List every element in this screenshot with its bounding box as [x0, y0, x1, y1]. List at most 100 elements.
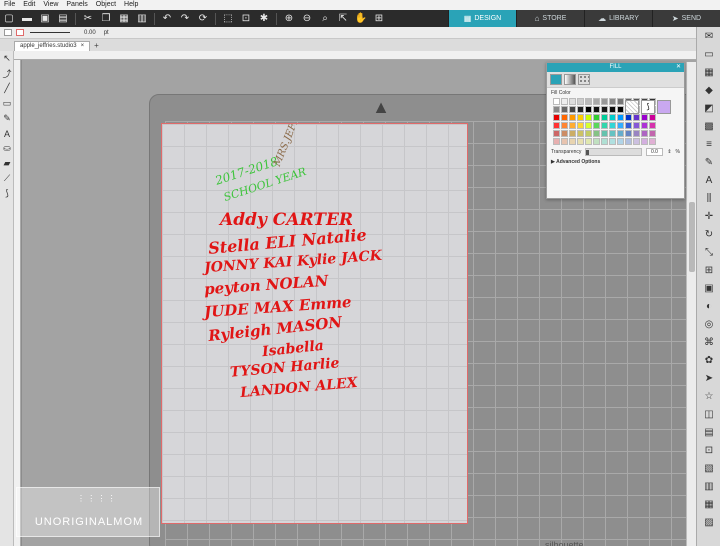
color-swatch[interactable] [553, 114, 560, 121]
color-swatch[interactable] [569, 130, 576, 137]
color-swatch[interactable] [561, 122, 568, 129]
color-swatch[interactable] [649, 122, 656, 129]
color-swatch[interactable] [601, 130, 608, 137]
color-swatch[interactable] [649, 130, 656, 137]
close-tab-icon[interactable]: × [81, 42, 85, 51]
color-swatch[interactable] [649, 138, 656, 145]
line-tool-icon[interactable]: ╱ [0, 81, 14, 96]
rectangle-tool-icon[interactable]: ▭ [0, 96, 14, 111]
tab-store[interactable]: ⌂ STORE [516, 10, 584, 27]
color-swatch[interactable] [625, 138, 632, 145]
nesting-icon[interactable]: ▣ [697, 279, 720, 297]
tab-library[interactable]: ☁ LIBRARY [584, 10, 652, 27]
pattern-icon[interactable]: ▩ [697, 117, 720, 135]
send-panel-icon[interactable]: ➤ [697, 369, 720, 387]
color-swatch[interactable] [617, 114, 624, 121]
color-swatch[interactable] [569, 114, 576, 121]
delete-icon[interactable]: ▥ [135, 12, 149, 26]
scrollbar-thumb[interactable] [689, 202, 695, 272]
color-swatch[interactable] [593, 130, 600, 137]
scale-icon[interactable]: ⤡ [697, 243, 720, 261]
document-tab[interactable]: apple_jeffries.studio3 × [14, 41, 91, 51]
more-panels-icon[interactable]: ▨ [697, 513, 720, 531]
gradient-fill-tab[interactable] [564, 74, 576, 85]
color-swatch[interactable] [585, 114, 592, 121]
color-swatch[interactable] [649, 114, 656, 121]
offset-icon[interactable]: ◎ [697, 315, 720, 333]
menu-file[interactable]: File [0, 0, 19, 10]
history-icon[interactable]: ▦ [697, 495, 720, 513]
gradient-icon[interactable]: ◩ [697, 99, 720, 117]
align-icon[interactable]: ⫼ [697, 189, 720, 207]
color-swatch[interactable] [601, 106, 608, 113]
color-swatch[interactable] [585, 138, 592, 145]
color-swatch[interactable] [553, 138, 560, 145]
color-swatch[interactable] [593, 106, 600, 113]
no-fill-swatch[interactable] [625, 100, 639, 114]
select-all-icon[interactable]: ⬚ [221, 12, 235, 26]
menu-edit[interactable]: Edit [19, 0, 39, 10]
color-swatch[interactable] [617, 98, 624, 105]
zoom-box-icon[interactable]: ⌕ [318, 12, 332, 26]
color-swatch[interactable] [593, 138, 600, 145]
color-swatch[interactable] [609, 106, 616, 113]
color-swatch[interactable] [609, 138, 616, 145]
tab-send[interactable]: ➤ SEND [652, 10, 720, 27]
advanced-options-toggle[interactable]: ▶ Advanced Options [547, 156, 684, 168]
zoom-move-icon[interactable]: ⇱ [336, 12, 350, 26]
color-swatch[interactable] [577, 98, 584, 105]
grid-icon[interactable]: ▦ [697, 63, 720, 81]
copy-icon[interactable]: ❐ [99, 12, 113, 26]
knife-tool-icon[interactable]: ⟋ [0, 171, 14, 186]
redo-icon[interactable]: ↷ [178, 12, 192, 26]
color-swatch[interactable] [641, 138, 648, 145]
color-swatch[interactable] [569, 138, 576, 145]
zoom-out-icon[interactable]: ⊖ [300, 12, 314, 26]
line-style-icon[interactable]: ≡ [697, 135, 720, 153]
solid-fill-tab[interactable] [550, 74, 562, 85]
color-swatch[interactable] [609, 130, 616, 137]
color-swatch[interactable] [585, 130, 592, 137]
replicate-icon[interactable]: ⊞ [697, 261, 720, 279]
color-swatch[interactable] [569, 122, 576, 129]
color-swatch[interactable] [561, 98, 568, 105]
color-swatch[interactable] [641, 130, 648, 137]
deselect-icon[interactable]: ⊡ [239, 12, 253, 26]
eyedropper-tool-icon[interactable]: ⟆ [0, 186, 14, 201]
stepper-icon[interactable]: ⇕ [667, 149, 671, 155]
tab-design[interactable]: ▦ DESIGN [448, 10, 516, 27]
new-file-icon[interactable]: ▢ [2, 12, 16, 26]
library-panel-icon[interactable]: ▤ [697, 423, 720, 441]
undo-icon[interactable]: ↶ [160, 12, 174, 26]
emboss-icon[interactable]: ▧ [697, 459, 720, 477]
color-swatch[interactable] [633, 130, 640, 137]
zoom-in-icon[interactable]: ⊕ [282, 12, 296, 26]
menu-panels[interactable]: Panels [62, 0, 91, 10]
color-swatch[interactable] [625, 130, 632, 137]
rotate-icon[interactable]: ↻ [697, 225, 720, 243]
name-line-4[interactable]: peyton NOLAN [204, 272, 329, 299]
text-style-icon[interactable]: A [697, 171, 720, 189]
open-folder-icon[interactable]: ▬ [20, 12, 34, 26]
flower-icon[interactable]: ✿ [697, 351, 720, 369]
color-swatch[interactable] [601, 114, 608, 121]
slider-knob[interactable] [586, 150, 590, 155]
eraser-tool-icon[interactable]: ▰ [0, 156, 14, 171]
color-swatch[interactable] [593, 98, 600, 105]
color-swatch[interactable] [593, 114, 600, 121]
color-swatch[interactable] [569, 106, 576, 113]
eyedropper-icon[interactable]: ⟆ [641, 100, 655, 114]
color-swatch[interactable] [625, 122, 632, 129]
transform-icon[interactable]: ✛ [697, 207, 720, 225]
paint-bucket-icon[interactable]: ⛀ [0, 141, 14, 156]
color-swatch[interactable] [553, 106, 560, 113]
paste-icon[interactable]: ▦ [117, 12, 131, 26]
print-cut-icon[interactable]: ▥ [697, 477, 720, 495]
line-color-swatch[interactable] [16, 29, 24, 36]
color-swatch[interactable] [577, 122, 584, 129]
color-swatch[interactable] [617, 130, 624, 137]
color-swatch[interactable] [601, 98, 608, 105]
edit-points-icon[interactable]: ⤴ [0, 66, 14, 81]
text-tool-icon[interactable]: A [0, 126, 14, 141]
refresh-icon[interactable]: ⟳ [196, 12, 210, 26]
